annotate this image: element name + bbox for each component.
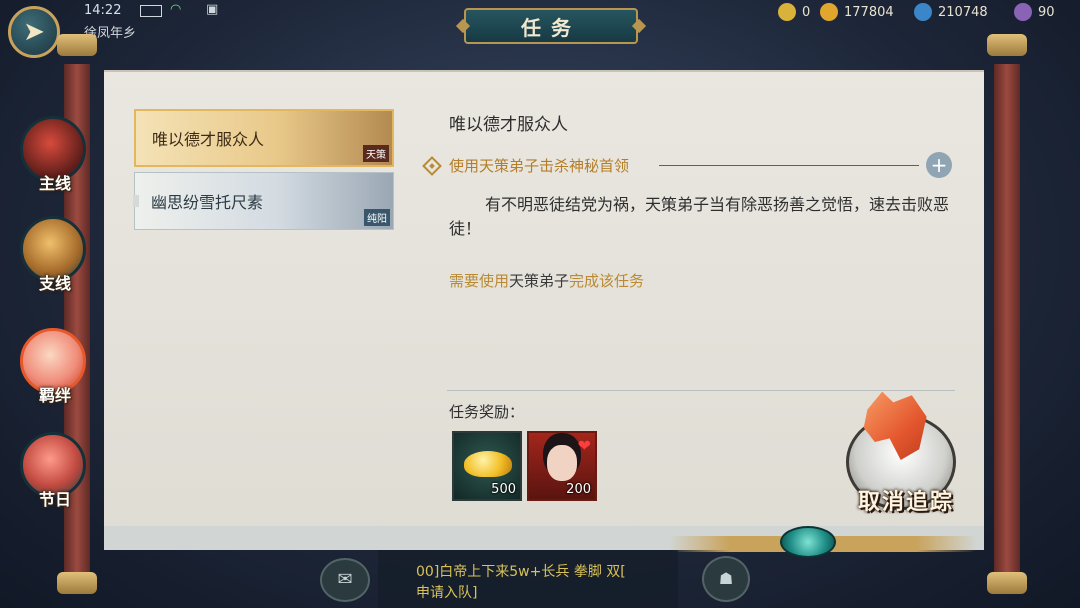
chat-message-line: 00]白帝上下来5w+长兵 拳脚 双[ <box>416 564 626 580</box>
quest-title: 幽思纷雪托尺素 <box>151 193 264 212</box>
crown-icon <box>820 3 838 21</box>
quest-title: 唯以德才服众人 <box>152 130 265 149</box>
wifi-icon: ◠ <box>170 2 182 17</box>
quest-description: 有不明恶徒结党为祸，天策弟子当有除恶扬善之觉悟，速去击败恶徒！ <box>449 195 950 238</box>
gold-ingot-icon <box>464 451 512 477</box>
tab-label: 节日 <box>38 490 71 509</box>
reward-item-hero[interactable]: ❤ 200 <box>527 431 597 501</box>
back-arrow-icon: ➤ <box>23 17 45 47</box>
sect-badge: 纯阳 <box>364 209 390 226</box>
jade-ornament-icon <box>780 526 836 558</box>
camera-icon: ▣ <box>206 2 219 17</box>
reward-quantity: 200 <box>566 482 591 497</box>
team-icon[interactable]: ☗ <box>702 556 750 602</box>
coin-icon <box>778 3 796 21</box>
resource-counter-4: 90 <box>1014 3 1055 21</box>
cancel-tracking-button[interactable]: 取消追踪 <box>846 391 962 520</box>
list-tip <box>133 195 139 207</box>
scroll-rod-right <box>982 34 1032 594</box>
chat-message-line: 申请入队] <box>416 585 478 601</box>
requirement-highlight: 天策弟子 <box>509 272 570 290</box>
section-divider <box>447 390 955 391</box>
heart-icon: ❤ <box>577 436 591 455</box>
tab-label: 主线 <box>38 174 71 193</box>
status-time: 14:22 <box>84 3 122 18</box>
tab-label: 支线 <box>38 274 71 293</box>
quest-item-selected[interactable]: 唯以德才服众人 天策 <box>134 109 394 167</box>
quest-detail-title: 唯以德才服众人 <box>449 115 568 135</box>
tab-festival[interactable]: 节日 <box>20 432 90 522</box>
resource-counter-3: 210748 <box>914 3 988 21</box>
objective-text: 使用天策弟子击杀神秘首领 <box>449 157 630 175</box>
resource-counter-2: 177804 <box>820 3 894 21</box>
expand-plus-icon[interactable]: + <box>926 152 952 178</box>
page-title: 任务 <box>464 8 638 44</box>
reward-label: 任务奖励： <box>449 403 525 421</box>
battery-icon <box>140 5 162 17</box>
tab-main[interactable]: 主线 <box>20 116 90 206</box>
tab-side[interactable]: 支线 <box>20 216 90 306</box>
hero-portrait-icon <box>547 445 577 481</box>
gem-icon <box>914 3 932 21</box>
reward-item-gold[interactable]: 500 <box>452 431 522 501</box>
objective-divider <box>659 165 919 166</box>
objective-diamond-icon <box>422 156 442 176</box>
requirement-text: 需要使用天策弟子完成该任务 <box>449 272 645 290</box>
chat-icon[interactable]: ✉ <box>320 558 370 602</box>
token-icon <box>1014 3 1032 21</box>
tab-bond[interactable]: 羁绊 <box>20 328 90 418</box>
cancel-tracking-label: 取消追踪 <box>857 490 954 515</box>
reward-quantity: 500 <box>491 482 516 497</box>
quest-item[interactable]: 幽思纷雪托尺素 纯阳 <box>133 172 394 230</box>
tab-label: 羁绊 <box>38 386 71 405</box>
sect-badge: 天策 <box>363 145 389 162</box>
objective-row: 使用天策弟子击杀神秘首领 + <box>422 152 954 180</box>
resource-counter-1: 0 <box>778 3 810 21</box>
